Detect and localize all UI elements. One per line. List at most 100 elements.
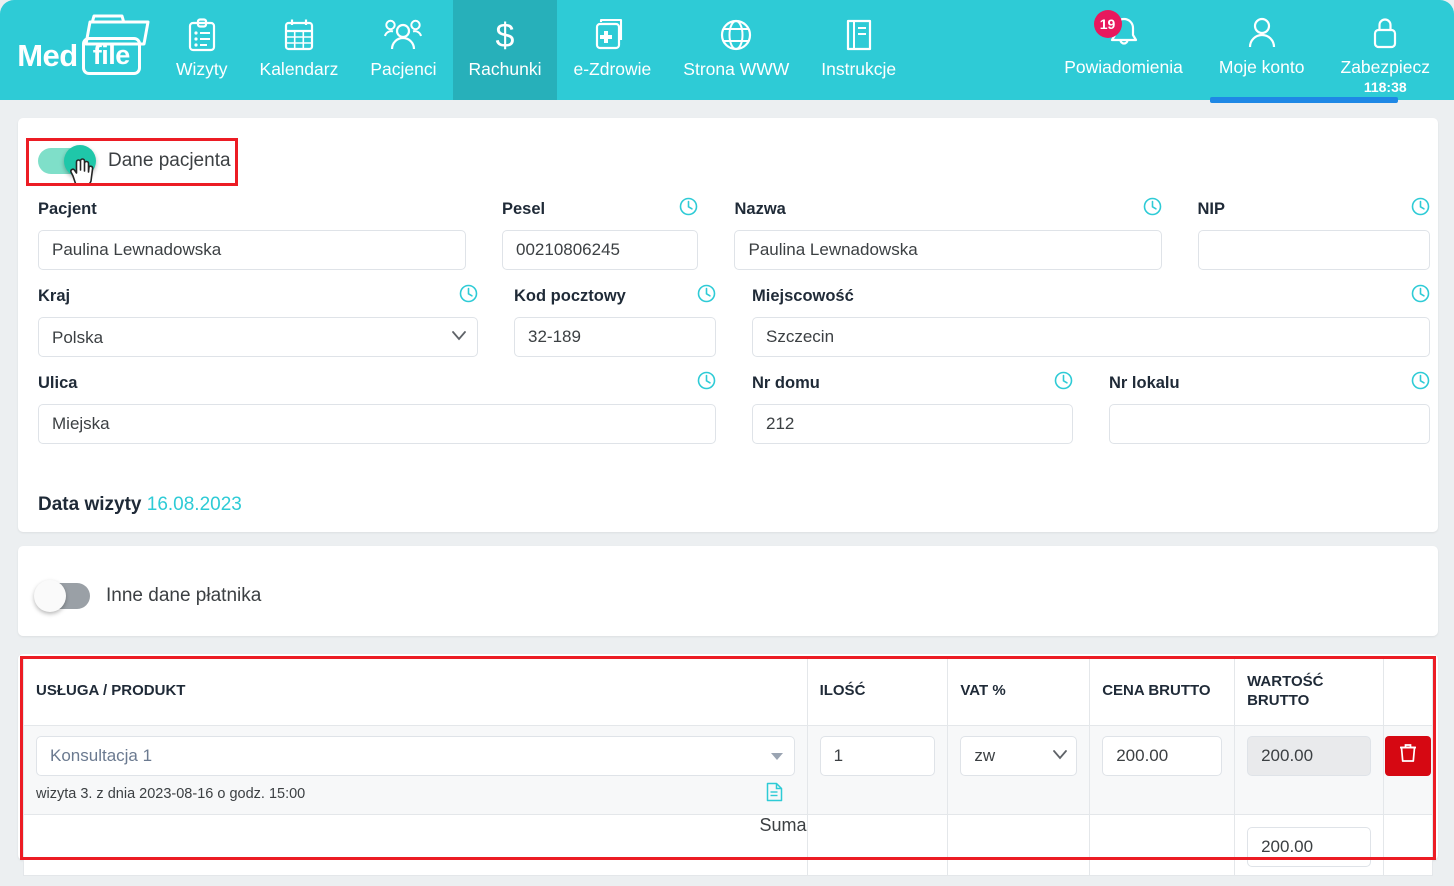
summary-total-input[interactable] — [1247, 826, 1371, 867]
column-header-value-gross: WARTOŚĆ BRUTTO — [1234, 659, 1384, 726]
ulica-input[interactable] — [38, 404, 716, 444]
nav-item-pacjenci[interactable]: Pacjenci — [354, 0, 452, 100]
history-clock-icon[interactable] — [1411, 284, 1430, 308]
nav-item-instrukcje[interactable]: Instrukcje — [805, 0, 912, 100]
form-row-3: Ulica Nr domu Nr lokalu — [38, 370, 1430, 444]
summary-label: Suma — [23, 813, 808, 876]
quantity-input[interactable] — [819, 735, 936, 776]
items-table-head: USŁUGA / PRODUKT ILOŚĆ VAT % CENA BRUTTO… — [23, 659, 1434, 726]
column-header-price-gross: CENA BRUTTO — [1089, 659, 1236, 726]
cell-price-gross — [1089, 724, 1236, 815]
caret-down-icon — [770, 752, 783, 760]
app-logo[interactable]: Med file — [0, 0, 160, 100]
nav-item-label: Instrukcje — [821, 59, 897, 79]
history-clock-icon[interactable] — [679, 197, 698, 221]
nav-item-wizyty[interactable]: Wizyty — [160, 0, 244, 100]
service-sub-text: wizyta 3. z dnia 2023-08-16 o godz. 15:0… — [36, 785, 306, 802]
field-label: Kod pocztowy — [514, 286, 626, 305]
vat-select[interactable]: zw — [960, 735, 1078, 776]
nav-item-label: Pacjenci — [370, 59, 437, 79]
book-icon — [844, 15, 874, 55]
service-sub-line: wizyta 3. z dnia 2023-08-16 o godz. 15:0… — [36, 776, 795, 806]
field-pesel: Pesel — [502, 196, 734, 270]
field-label: Nr lokalu — [1109, 373, 1180, 392]
nav-item-rachunki[interactable]: $ Rachunki — [452, 0, 558, 100]
nav-item-zabezpiecz[interactable]: Zabezpiecz 118:38 — [1323, 0, 1449, 100]
field-kraj: Kraj Polska — [38, 283, 514, 357]
nav-item-moje-konto[interactable]: Moje konto — [1201, 0, 1323, 100]
value-gross-input — [1247, 735, 1371, 776]
nav-item-kalendarz[interactable]: Kalendarz — [244, 0, 355, 100]
history-clock-icon[interactable] — [1411, 371, 1430, 395]
field-ulica: Ulica — [38, 370, 752, 444]
history-clock-icon[interactable] — [1411, 197, 1430, 221]
form-row-2: Kraj Polska Kod pocztowy 32-189 Miejscow… — [38, 283, 1430, 357]
payer-data-toggle-label: Inne dane płatnika — [106, 585, 262, 606]
nav-item-e-zdrowie[interactable]: e-Zdrowie — [557, 0, 667, 100]
field-label: Pacjent — [38, 199, 97, 218]
nazwa-input[interactable] — [734, 230, 1162, 270]
nr-lokalu-input[interactable] — [1109, 404, 1430, 444]
lock-icon — [1370, 13, 1400, 53]
column-header-service: USŁUGA / PRODUKT — [23, 659, 808, 726]
field-label: Miejscowość — [752, 286, 854, 305]
patient-data-toggle-row[interactable]: Dane pacjenta — [38, 145, 231, 177]
history-clock-icon[interactable] — [459, 284, 478, 308]
nav-item-label: Strona WWW — [683, 59, 790, 79]
field-label: Ulica — [38, 373, 78, 392]
service-select-value: Konsultacja 1 — [50, 745, 153, 765]
nav-item-label: Kalendarz — [259, 59, 339, 79]
nav-item-label: Zabezpiecz — [1340, 57, 1431, 77]
field-label: Kraj — [38, 286, 71, 305]
summary-blank-actions — [1382, 813, 1434, 876]
trash-icon — [1399, 743, 1417, 768]
field-nr-lokalu: Nr lokalu — [1109, 370, 1430, 444]
table-header-row: USŁUGA / PRODUKT ILOŚĆ VAT % CENA BRUTTO… — [23, 659, 1434, 726]
field-nip: NIP — [1197, 196, 1430, 270]
items-table-body: Konsultacja 1 wizyta 3. z dnia 2023-08-1… — [23, 724, 1434, 876]
miejscowosc-input[interactable] — [752, 317, 1430, 357]
notification-badge: 19 — [1093, 10, 1122, 38]
history-clock-icon[interactable] — [1054, 371, 1073, 395]
globe-icon — [719, 15, 753, 55]
nr-domu-input[interactable] — [752, 404, 1073, 444]
user-icon — [1247, 13, 1277, 53]
svg-text:$: $ — [496, 17, 515, 54]
medical-card-icon — [595, 15, 629, 55]
payer-data-toggle-row[interactable]: Inne dane płatnika — [34, 580, 262, 612]
top-navigation-bar: Med file Wizyty Kalendarz Pacjenci $ Rac… — [0, 0, 1454, 103]
users-icon — [384, 15, 423, 55]
dollar-icon: $ — [491, 15, 519, 55]
column-header-quantity: ILOŚĆ — [806, 659, 949, 726]
service-select[interactable]: Konsultacja 1 — [36, 735, 795, 776]
field-label: Pesel — [502, 199, 546, 218]
history-clock-icon[interactable] — [697, 284, 716, 308]
nav-item-powiadomienia[interactable]: 19 Powiadomienia — [1046, 0, 1201, 100]
pesel-input[interactable] — [502, 230, 699, 270]
payer-data-toggle[interactable] — [34, 580, 90, 612]
nav-item-label: e-Zdrowie — [573, 59, 652, 79]
nip-input[interactable] — [1197, 230, 1430, 270]
field-nr-domu: Nr domu — [752, 370, 1109, 444]
delete-row-button[interactable] — [1384, 735, 1431, 776]
field-kod-pocztowy: Kod pocztowy — [514, 283, 752, 357]
column-header-vat: VAT % — [947, 659, 1091, 726]
history-clock-icon[interactable] — [1143, 197, 1162, 221]
form-row-1: Pacjent Pesel Nazwa — [38, 196, 1430, 270]
cell-actions — [1382, 724, 1434, 815]
kod-pocztowy-input[interactable] — [514, 317, 716, 357]
nav-item-strona-www[interactable]: Strona WWW — [667, 0, 805, 100]
price-gross-input[interactable] — [1102, 735, 1223, 776]
kraj-select[interactable]: Polska — [38, 317, 478, 357]
table-row: Konsultacja 1 wizyta 3. z dnia 2023-08-1… — [23, 724, 1434, 815]
cell-vat: zw — [947, 724, 1091, 815]
nav-item-label: Rachunki — [468, 59, 542, 79]
history-clock-icon[interactable] — [697, 371, 716, 395]
field-nazwa: Nazwa — [734, 196, 1197, 270]
document-icon[interactable] — [766, 782, 783, 806]
pacjent-input[interactable] — [38, 230, 466, 270]
visit-date: Data wizyty 16.08.2023 — [38, 494, 242, 516]
nav-right-items: 19 Powiadomienia Moje konto Zabezpiecz 1… — [1046, 0, 1454, 100]
patient-data-toggle-label: Dane pacjenta — [108, 150, 231, 171]
field-pacjent: Pacjent — [38, 196, 502, 270]
